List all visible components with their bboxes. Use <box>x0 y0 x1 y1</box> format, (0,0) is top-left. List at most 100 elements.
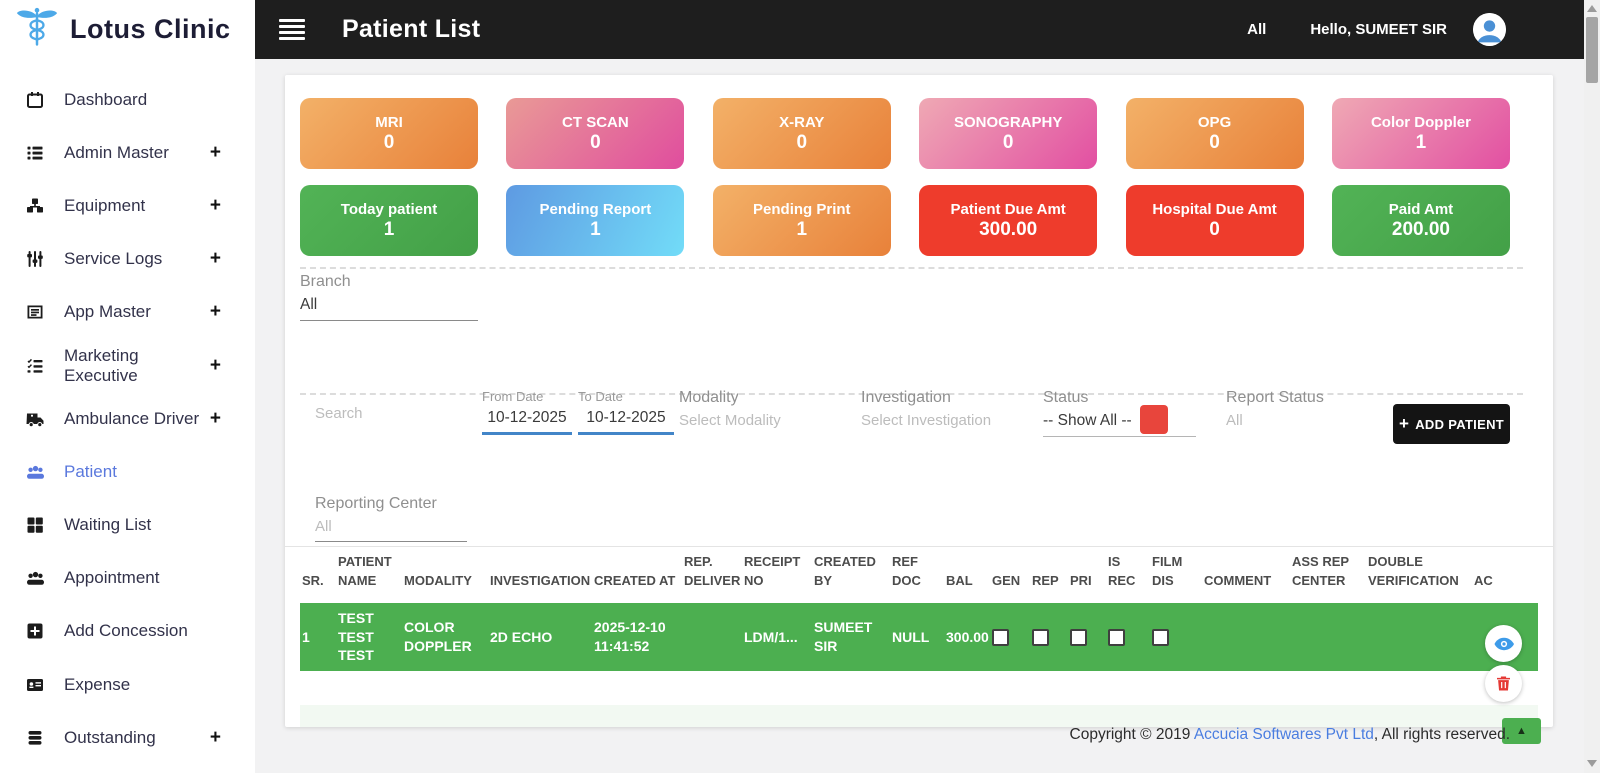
section-divider <box>300 267 1523 269</box>
to-date-value[interactable]: 10-12-2025 <box>578 409 674 435</box>
page-scrollbar[interactable] <box>1584 0 1600 773</box>
users-icon <box>26 568 46 588</box>
sidebar-item-outstanding[interactable]: Outstanding + <box>0 711 255 764</box>
user-avatar[interactable] <box>1473 13 1506 46</box>
column-header-created-by: CREATED BY <box>814 554 876 588</box>
search-field <box>315 405 477 428</box>
table-row[interactable]: 1 TEST TEST TEST COLOR DOPPLER 2D ECHO 2… <box>300 602 1538 672</box>
scrollbar-down-arrow[interactable] <box>1587 760 1597 767</box>
column-header-modality: MODALITY <box>404 572 472 588</box>
cell-receipt-no: LDM/1... <box>744 628 798 645</box>
list-alt-icon <box>26 302 46 322</box>
stat-cards: MRI 0 CT SCAN 0 X-RAY 0 SONOGRAPHY 0 OPG <box>300 98 1510 256</box>
users-icon <box>26 462 46 482</box>
expand-plus-icon[interactable]: + <box>210 355 221 377</box>
column-header-ass-rep-center: ASS REP CENTER <box>1292 554 1349 588</box>
column-header-sr: SR. <box>302 572 324 588</box>
sidebar-item-label: Patient <box>64 461 117 481</box>
sidebar-item-label: Admin Master <box>64 142 169 162</box>
rep-checkbox[interactable] <box>1032 629 1049 647</box>
investigation-select[interactable] <box>861 412 1014 435</box>
menu-icon[interactable] <box>279 16 305 44</box>
branch-value[interactable]: All <box>300 296 478 321</box>
status-indicator[interactable] <box>1140 405 1168 434</box>
sidebar-item-admin-master[interactable]: Admin Master + <box>0 126 255 179</box>
add-patient-button[interactable]: + ADD PATIENT <box>1393 404 1510 444</box>
cell-gen <box>990 603 1030 672</box>
status-value[interactable]: -- Show All -- <box>1043 412 1196 437</box>
sidebar-item-app-master[interactable]: App Master + <box>0 286 255 339</box>
from-date-value[interactable]: 10-12-2025 <box>482 409 572 435</box>
stat-label: Color Doppler <box>1370 113 1471 131</box>
sidebar-item-expense[interactable]: Expense <box>0 658 255 711</box>
pri-checkbox[interactable] <box>1070 629 1087 647</box>
company-link[interactable]: Accucia Softwares Pvt Ltd <box>1194 726 1374 743</box>
stat-card-today-patient: Today patient 1 <box>300 185 478 256</box>
cell-bal: 300.00 <box>946 628 989 645</box>
scrollbar-up-arrow[interactable] <box>1587 5 1597 12</box>
is-rec-checkbox[interactable] <box>1108 629 1125 647</box>
sidebar-item-label: App Master <box>64 302 151 322</box>
sidebar-item-equipment[interactable]: Equipment + <box>0 179 255 232</box>
gen-checkbox[interactable] <box>992 629 1009 647</box>
patient-table: SR. PATIENT NAME MODALITY INVESTIGATION … <box>300 553 1538 672</box>
plus-icon: + <box>1399 414 1410 433</box>
delete-button[interactable] <box>1485 665 1522 702</box>
cell-ref-doc: NULL <box>892 628 930 645</box>
report-status-select[interactable] <box>1226 412 1379 435</box>
search-input[interactable] <box>315 405 477 428</box>
sidebar-item-label: Marketing Executive <box>64 345 139 385</box>
stat-label: OPG <box>1197 113 1232 131</box>
sidebar-item-ambulance-driver[interactable]: Ambulance Driver + <box>0 392 255 445</box>
column-header-comment: COMMENT <box>1204 572 1272 588</box>
header-all-dropdown[interactable]: All <box>1247 21 1266 38</box>
sidebar-item-marketing-executive[interactable]: Marketing Executive + <box>0 339 255 392</box>
modality-select[interactable] <box>679 412 832 435</box>
stat-value: 1 <box>590 218 601 240</box>
column-header-gen: GEN <box>992 572 1021 588</box>
column-header-film-dis: FILM DIS <box>1152 554 1183 588</box>
expand-plus-icon[interactable]: + <box>210 195 221 217</box>
cell-pri <box>1068 603 1106 672</box>
grid-icon <box>26 515 46 535</box>
cubes-icon <box>26 196 46 216</box>
copyright-prefix: Copyright © 2019 <box>1069 726 1194 743</box>
tasks-icon <box>26 356 46 376</box>
sidebar-item-service-logs[interactable]: Service Logs + <box>0 233 255 286</box>
film-dis-checkbox[interactable] <box>1152 629 1169 647</box>
stat-card-patient-due-amt: Patient Due Amt 300.00 <box>919 185 1098 256</box>
scrollbar-thumb[interactable] <box>1586 17 1598 83</box>
modality-label: Modality <box>679 389 739 406</box>
reporting-center-value[interactable]: All <box>315 518 467 542</box>
brand-logo[interactable]: Lotus Clinic <box>0 0 255 59</box>
branch-field[interactable]: Branch All <box>300 273 478 321</box>
copyright-text: Copyright © 2019 Accucia Softwares Pvt L… <box>1070 726 1510 744</box>
sidebar-item-appointment[interactable]: Appointment <box>0 552 255 605</box>
sidebar-item-dashboard[interactable]: Dashboard <box>0 73 255 126</box>
expand-plus-icon[interactable]: + <box>210 727 221 749</box>
expand-plus-icon[interactable]: + <box>210 248 221 270</box>
main-content: MRI 0 CT SCAN 0 X-RAY 0 SONOGRAPHY 0 OPG <box>255 59 1584 773</box>
column-header-ref-doc: REF DOC <box>892 554 921 588</box>
modality-field: Modality <box>679 389 832 435</box>
cell-is-rec <box>1106 603 1150 672</box>
stat-value: 0 <box>796 131 808 153</box>
view-button[interactable] <box>1485 625 1522 662</box>
reporting-center-label: Reporting Center <box>315 495 437 512</box>
expand-plus-icon[interactable]: + <box>210 301 221 323</box>
column-header-pri: PRI <box>1070 572 1092 588</box>
sidebar-item-waiting-list[interactable]: Waiting List <box>0 499 255 552</box>
sidebar-item-add-concession[interactable]: Add Concession <box>0 605 255 658</box>
layers-icon <box>26 728 46 748</box>
expand-plus-icon[interactable]: + <box>210 142 221 164</box>
page-title: Patient List <box>342 15 481 43</box>
cell-created-at: 2025-12-10 11:41:52 <box>594 619 666 655</box>
sidebar-item-label: Dashboard <box>64 89 148 109</box>
expand-plus-icon[interactable]: + <box>210 408 221 430</box>
to-date-field: To Date 10-12-2025 <box>578 389 674 435</box>
sidebar-item-patient[interactable]: Patient <box>0 445 255 498</box>
stat-card-hospital-due-amt: Hospital Due Amt 0 <box>1125 185 1304 256</box>
investigation-label: Investigation <box>861 389 951 406</box>
stat-value: 0 <box>1209 131 1220 153</box>
column-header-patient-name: PATIENT NAME <box>338 554 392 588</box>
